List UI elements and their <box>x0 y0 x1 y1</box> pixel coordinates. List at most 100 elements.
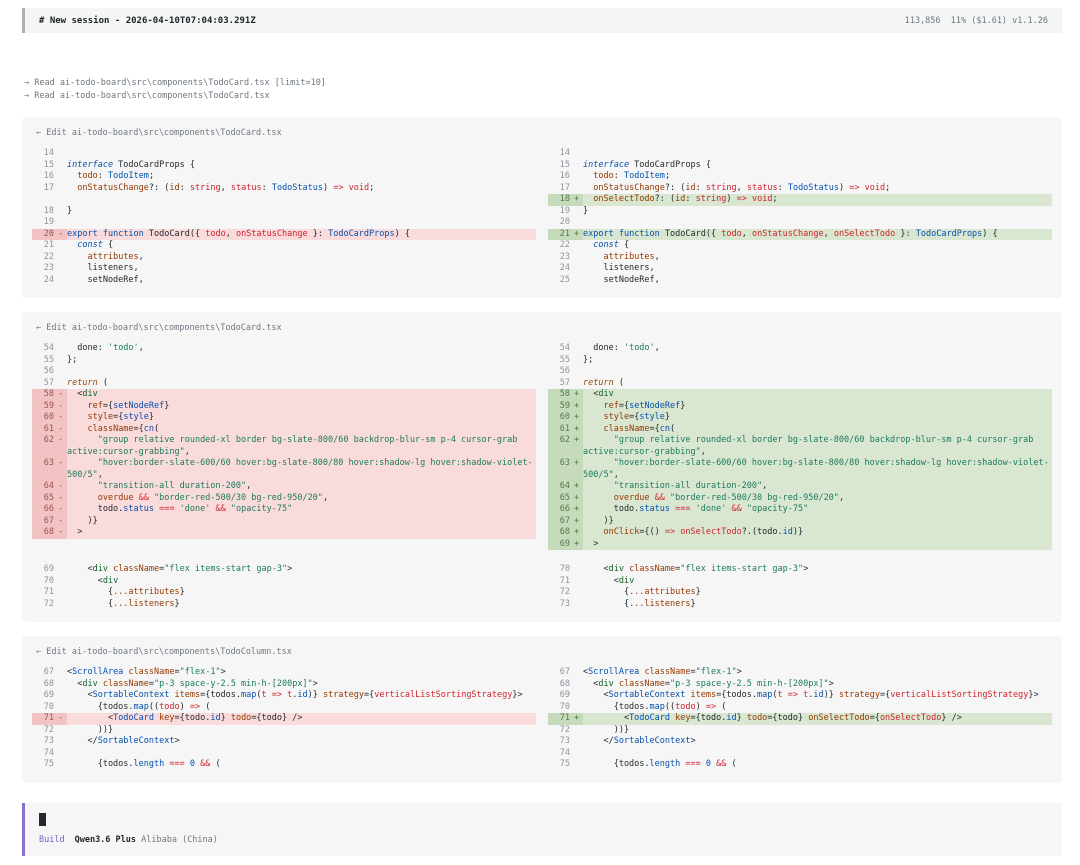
code-segment: , <box>323 493 328 503</box>
diff-row: 70 <div className="flex items-start gap-… <box>548 564 1052 576</box>
diff-sign: + <box>570 401 583 413</box>
edit-panel-todocard-1: ← Edit ai-todo-board\src\components\Todo… <box>22 117 1062 298</box>
session-stats: 113,856 11% ($1.61) v1.1.26 <box>905 16 1048 26</box>
diff-sign <box>570 679 583 691</box>
code-segment: < <box>67 679 82 689</box>
code-segment: : <box>614 171 624 181</box>
code-segment: div <box>598 389 613 399</box>
diff-sign <box>54 366 67 378</box>
code-segment: strategy <box>323 690 364 700</box>
line-number: 60 <box>32 412 54 424</box>
line-number: 59 <box>548 401 570 413</box>
diff-sign <box>54 240 67 252</box>
code-segment: length <box>650 759 681 769</box>
diff-sign <box>570 725 583 737</box>
code-segment: onSelectTodo <box>880 713 941 723</box>
code-segment: active:cursor-grabbing" <box>583 447 701 457</box>
diff-row-deleted: active:cursor-grabbing", <box>32 447 536 459</box>
diff-sign <box>570 343 583 355</box>
line-number: 67 <box>548 667 570 679</box>
diff-row: 19 <box>32 217 536 229</box>
code-segment: ; <box>149 171 154 181</box>
code-segment: , <box>221 183 231 193</box>
code-segment: ( <box>154 424 159 434</box>
code-segment: ={todo. <box>175 713 211 723</box>
code-segment: : <box>685 194 695 204</box>
code-segment: return <box>583 378 614 388</box>
diff-row: 18 } <box>32 206 536 218</box>
code-segment: => <box>190 702 200 712</box>
diff-sign <box>570 587 583 599</box>
line-number: 73 <box>548 736 570 748</box>
diff-sign: - <box>54 458 67 470</box>
code-segment: ) { <box>395 229 410 239</box>
code-segment: } /> <box>941 713 961 723</box>
line-number: 21 <box>32 240 54 252</box>
code-segment <box>583 183 593 193</box>
code-segment: } <box>149 412 154 422</box>
diff-view: 67 <ScrollArea className="flex-1"> 68 <di… <box>32 667 1052 771</box>
diff-row: 54 done: 'todo', <box>32 343 536 355</box>
code-segment: setNodeRef, <box>67 275 144 285</box>
code-segment: > <box>583 539 598 549</box>
diff-row-deleted: 62- "group relative rounded-xl border bg… <box>32 435 536 447</box>
edit-panel-todocolumn: ← Edit ai-todo-board\src\components\Todo… <box>22 636 1062 783</box>
diff-sign <box>54 587 67 599</box>
code-line <box>583 217 1052 229</box>
code-segment: "border-red-500/30 bg-red-950/20" <box>670 493 839 503</box>
diff-sign <box>54 217 67 229</box>
cursor-block[interactable] <box>39 813 46 826</box>
diff-row: 54 done: 'todo', <box>548 343 1052 355</box>
code-segment: todo <box>231 713 251 723</box>
code-segment: )} <box>793 527 803 537</box>
line-number: 68 <box>548 527 570 539</box>
line-number: 23 <box>548 252 570 264</box>
code-segment: SortableContext <box>93 690 170 700</box>
diff-row: 56 <box>548 366 1052 378</box>
line-number: 56 <box>32 366 54 378</box>
code-segment: overdue <box>614 493 650 503</box>
code-segment: > <box>829 679 834 689</box>
line-number: 71 <box>548 713 570 725</box>
diff-row-added: 71+ <TodoCard key={todo.id} todo={todo} … <box>548 713 1052 725</box>
diff-sign <box>570 206 583 218</box>
diff-row: 68 <div className="p-3 space-y-2.5 min-h… <box>32 679 536 691</box>
code-line: <TodoCard key={todo.id} todo={todo} /> <box>67 713 536 725</box>
code-segment: > <box>221 667 226 677</box>
code-segment: onStatusChange <box>236 229 308 239</box>
code-segment: : <box>696 183 706 193</box>
diff-row: 67 <ScrollArea className="flex-1"> <box>548 667 1052 679</box>
code-segment <box>583 424 603 434</box>
line-number: 14 <box>548 148 570 160</box>
diff-row-added: 69+ > <box>548 539 1052 551</box>
diff-sign: + <box>570 493 583 505</box>
diff-sign: + <box>570 412 583 424</box>
code-line: active:cursor-grabbing", <box>583 447 1052 459</box>
code-segment <box>583 171 593 181</box>
code-line: <SortableContext items={todos.map(t => t… <box>583 690 1052 702</box>
code-segment: status <box>639 504 670 514</box>
code-segment: onSelectTodo <box>680 527 741 537</box>
diff-row: 70 <div <box>32 576 536 588</box>
code-segment: "opacity-75" <box>231 504 292 514</box>
code-segment: ; <box>665 171 670 181</box>
code-line: "hover:border-slate-600/60 hover:bg-slat… <box>67 458 536 470</box>
code-segment: ={ <box>629 412 639 422</box>
diff-sign <box>54 171 67 183</box>
code-line: <ScrollArea className="flex-1"> <box>583 667 1052 679</box>
code-line: <div className="flex items-start gap-3"> <box>67 564 536 576</box>
code-segment: , <box>655 252 660 262</box>
line-number: 65 <box>32 493 54 505</box>
diff-row: 73 </SortableContext> <box>32 736 536 748</box>
code-segment: 'done' <box>180 504 211 514</box>
diff-sign: - <box>54 527 67 539</box>
code-segment: </ <box>67 736 98 746</box>
code-segment: className <box>644 667 690 677</box>
code-line: todo: TodoItem; <box>67 171 536 183</box>
diff-sign <box>54 748 67 760</box>
line-number <box>32 447 54 459</box>
code-segment: && <box>139 493 149 503</box>
code-line: )} <box>67 516 536 528</box>
code-segment <box>67 458 98 468</box>
code-segment <box>583 240 593 250</box>
